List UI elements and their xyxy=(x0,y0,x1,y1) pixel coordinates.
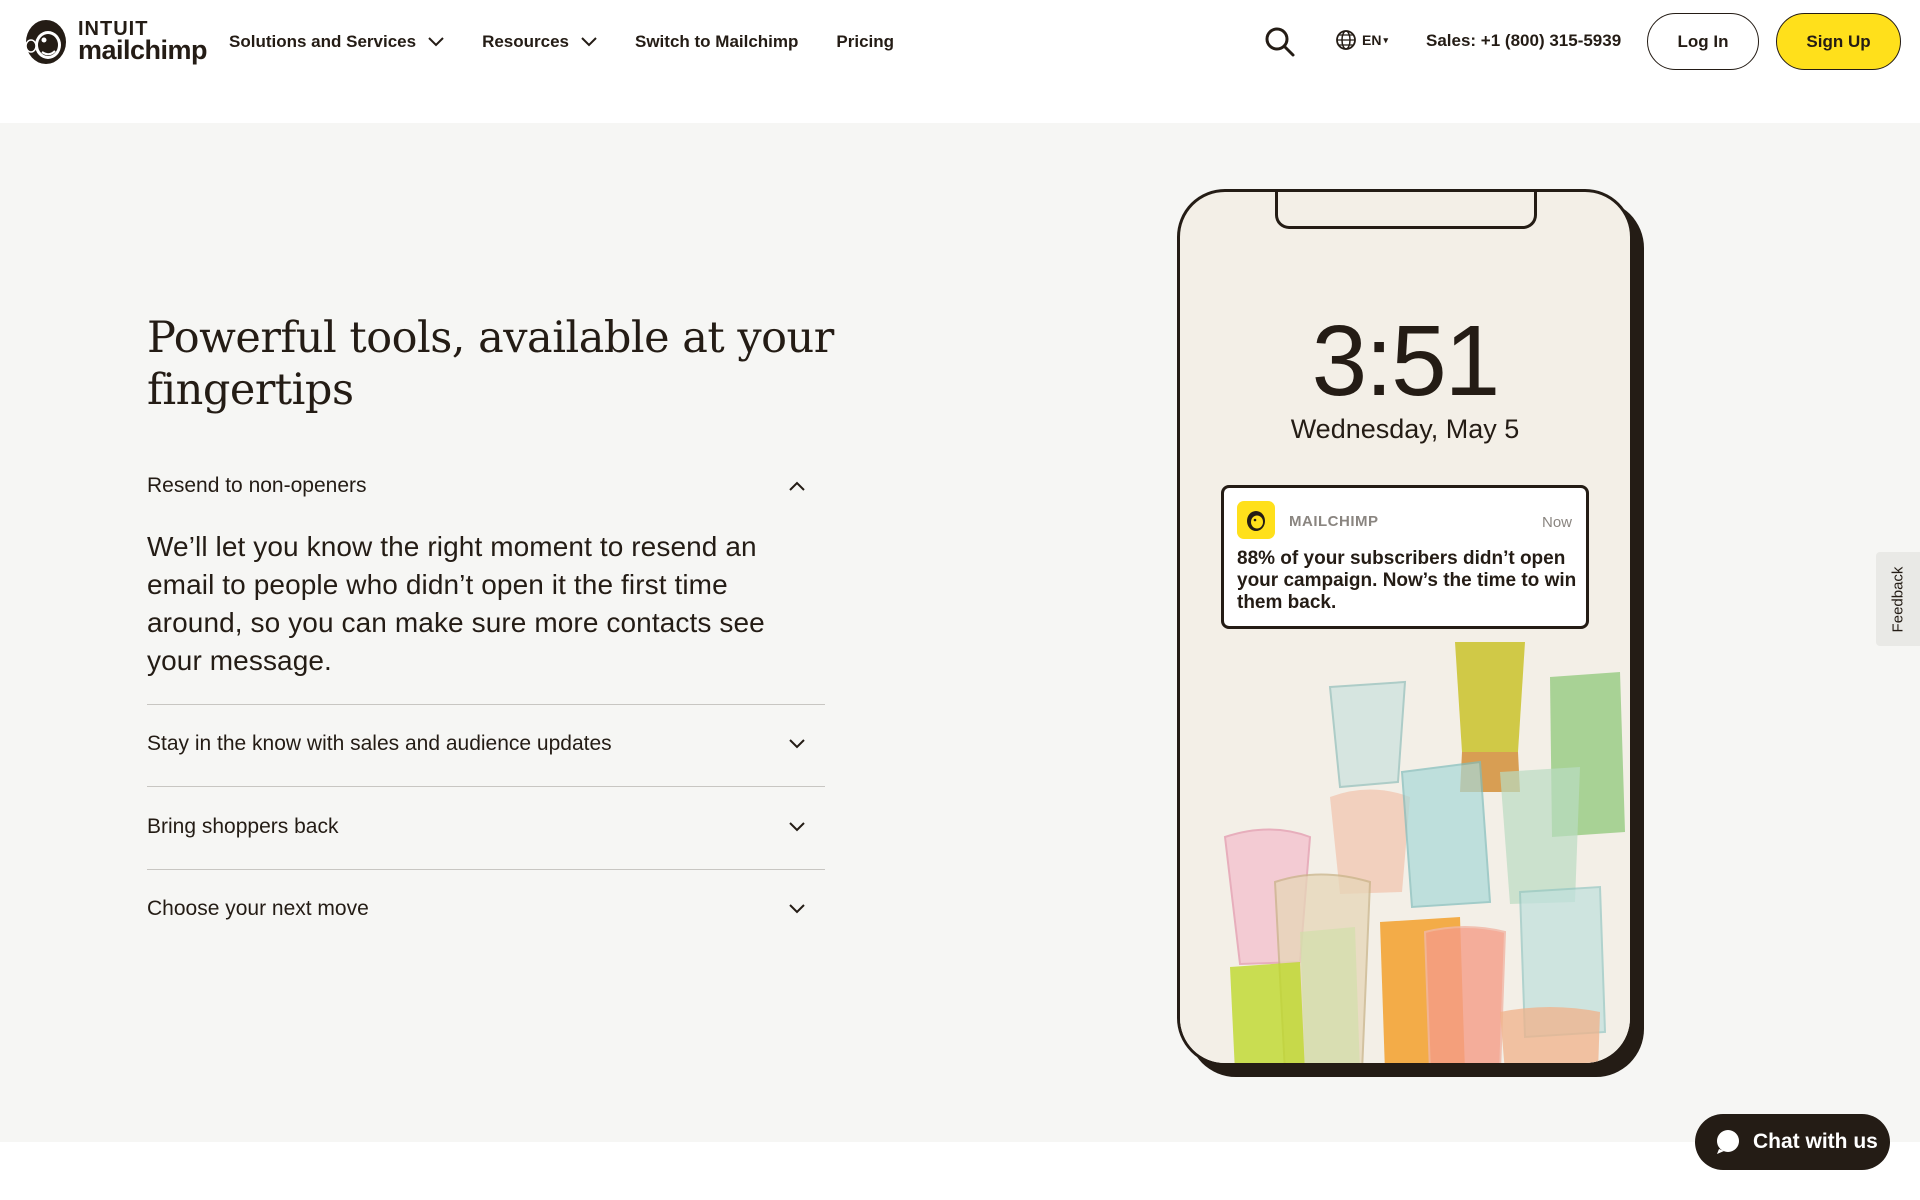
lockscreen-date: Wednesday, May 5 xyxy=(1290,414,1520,444)
divider xyxy=(147,704,825,705)
notification-time: Now xyxy=(1541,514,1572,531)
search-icon[interactable] xyxy=(1264,26,1296,58)
colored-glasses-photo xyxy=(1180,632,1630,1063)
main-nav: Solutions and Services Resources Switch … xyxy=(229,28,932,56)
accordion-description: We’ll let you know the right moment to r… xyxy=(147,531,765,676)
logo-mailchimp-text: mailchimp xyxy=(78,34,208,65)
divider xyxy=(147,786,825,787)
globe-icon xyxy=(1336,30,1356,50)
accordion-header-resend[interactable]: Resend to non-openers xyxy=(147,474,825,498)
accordion-header-bring-shoppers-back[interactable]: Bring shoppers back xyxy=(147,815,825,839)
feedback-label: Feedback xyxy=(1889,566,1907,632)
accordion-item-next-move: Choose your next move xyxy=(147,897,825,921)
site-header: INTUIT mailchimp Solutions and Services … xyxy=(0,0,1920,123)
next-section-band xyxy=(0,1142,1920,1200)
accordion-item-resend: Resend to non-openers We’ll let you know… xyxy=(147,474,825,680)
accordion-label: Bring shoppers back xyxy=(147,815,339,838)
push-notification: MAILCHIMP Now 88% of your subscribers di… xyxy=(1221,485,1589,629)
nav-solutions-and-services[interactable]: Solutions and Services xyxy=(229,32,444,52)
sales-phone-link[interactable]: Sales: +1 (800) 315-5939 xyxy=(1426,31,1621,51)
accordion-item-bring-shoppers-back: Bring shoppers back xyxy=(147,815,825,839)
accordion-label: Stay in the know with sales and audience… xyxy=(147,732,612,755)
accordion-label: Choose your next move xyxy=(147,897,369,920)
nav-resources[interactable]: Resources xyxy=(482,32,597,52)
nav-label: Resources xyxy=(482,32,569,51)
accordion-header-sales-updates[interactable]: Stay in the know with sales and audience… xyxy=(147,732,825,756)
section-title: Powerful tools, available at your finger… xyxy=(147,313,834,415)
chevron-down-icon xyxy=(581,37,597,47)
chevron-up-icon xyxy=(789,481,805,491)
language-caret-icon: ▾ xyxy=(1383,34,1388,45)
language-code: EN xyxy=(1362,32,1382,48)
nav-label: Pricing xyxy=(836,32,895,51)
chevron-down-icon xyxy=(789,904,805,914)
intuit-mailchimp-logo[interactable]: INTUIT mailchimp xyxy=(22,16,208,66)
nav-switch-to-mailchimp[interactable]: Switch to Mailchimp xyxy=(635,32,798,52)
feedback-tab[interactable]: Feedback xyxy=(1876,552,1920,646)
nav-label: Switch to Mailchimp xyxy=(635,32,799,51)
freddie-icon xyxy=(1247,511,1265,531)
phone-notch xyxy=(1275,192,1537,229)
accordion-header-next-move[interactable]: Choose your next move xyxy=(147,897,825,921)
chevron-down-icon xyxy=(428,37,444,47)
phone-mockup: 3:51 Wednesday, May 5 MAILCHIMP Now 88% … xyxy=(1177,189,1633,1066)
divider xyxy=(147,869,825,870)
notification-message: 88% of your subscribers didn’t open your… xyxy=(1237,548,1577,613)
freddie-logo-icon xyxy=(25,20,66,64)
language-selector[interactable]: EN ▾ xyxy=(1334,28,1388,52)
accordion-label: Resend to non-openers xyxy=(147,474,367,497)
chat-bubble-icon xyxy=(1717,1130,1739,1154)
nav-label: Solutions and Services xyxy=(229,32,417,51)
lockscreen-time: 3:51 xyxy=(1311,305,1501,417)
log-in-button[interactable]: Log In xyxy=(1647,13,1759,70)
chat-with-us-button[interactable]: Chat with us xyxy=(1695,1114,1890,1170)
nav-pricing[interactable]: Pricing xyxy=(836,32,894,52)
accordion-item-sales-updates: Stay in the know with sales and audience… xyxy=(147,732,825,756)
chat-label: Chat with us xyxy=(1753,1130,1878,1153)
notification-app-name: MAILCHIMP xyxy=(1289,513,1379,530)
mailchimp-app-icon xyxy=(1237,501,1275,539)
sign-up-button[interactable]: Sign Up xyxy=(1776,13,1901,70)
chevron-down-icon xyxy=(789,739,805,749)
chevron-down-icon xyxy=(789,822,805,832)
